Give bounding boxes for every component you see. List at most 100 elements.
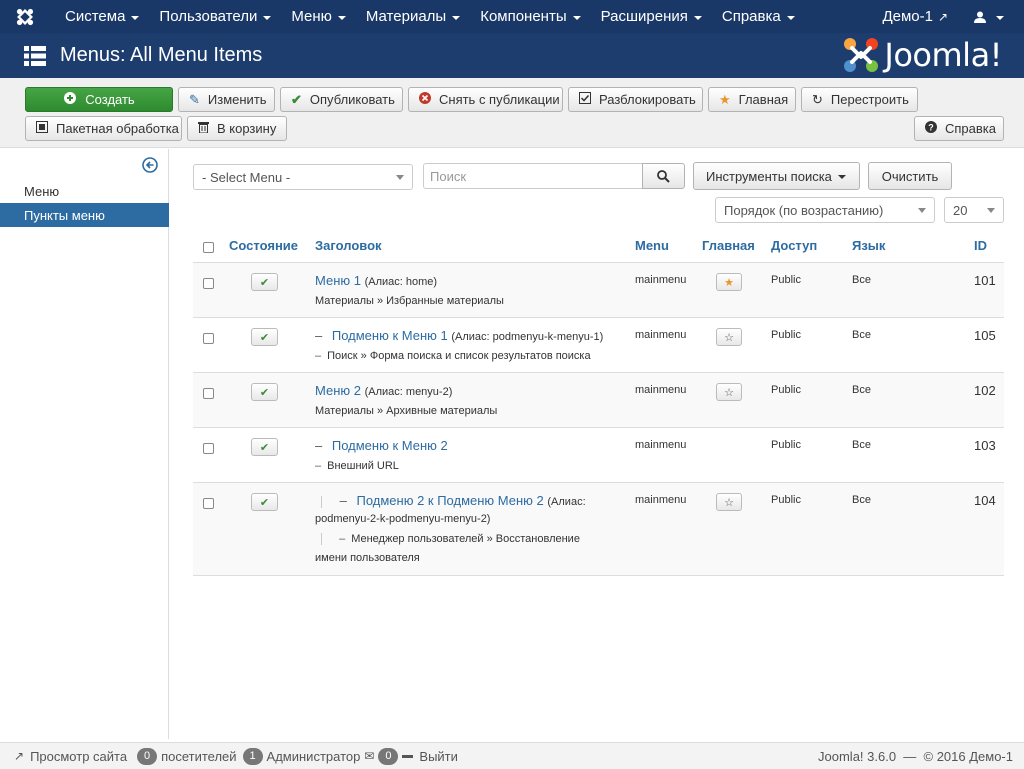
- sidebar: Меню Пункты меню: [0, 149, 169, 739]
- visitors-status[interactable]: 0 посетителей: [133, 747, 237, 765]
- item-title-link[interactable]: Подменю к Меню 1: [332, 328, 448, 343]
- menu-components-label: Компоненты: [480, 8, 567, 25]
- batch-button[interactable]: Пакетная обработка: [25, 116, 182, 141]
- row-checkbox[interactable]: [203, 278, 214, 289]
- published-toggle[interactable]: ✔: [251, 493, 278, 511]
- check-icon: ✔: [259, 331, 270, 344]
- chevron-down-icon: [786, 15, 795, 20]
- version-text: Joomla! 3.6.0 — © 2016 Демо-1: [818, 748, 1013, 764]
- published-toggle[interactable]: ✔: [251, 383, 278, 401]
- new-button[interactable]: Создать: [25, 87, 173, 112]
- sidebar-item-menu-items[interactable]: Пункты меню: [0, 203, 169, 227]
- home-button[interactable]: ★ Главная: [708, 87, 796, 112]
- menu-extensions[interactable]: Расширения: [591, 0, 712, 33]
- view-site-link[interactable]: ↗ Просмотр сайта: [14, 749, 127, 764]
- search-tools-button[interactable]: Инструменты поиска: [693, 162, 860, 190]
- item-id: 103: [974, 438, 996, 453]
- unpublish-button[interactable]: Снять с публикации: [408, 87, 563, 112]
- row-checkbox[interactable]: [203, 443, 214, 454]
- batch-icon: [36, 121, 48, 136]
- menu-users-label: Пользователи: [159, 8, 258, 25]
- star-icon: ★: [719, 91, 731, 107]
- help-button-label: Справка: [945, 121, 996, 136]
- row-checkbox[interactable]: [203, 333, 214, 344]
- clear-button[interactable]: Очистить: [868, 162, 952, 190]
- rebuild-button[interactable]: ↻ Перестроить: [801, 87, 918, 112]
- logout-link[interactable]: Выйти: [402, 749, 458, 764]
- published-toggle[interactable]: ✔: [251, 438, 278, 456]
- published-toggle[interactable]: ✔: [251, 273, 278, 291]
- table-header: Состояние Заголовок Menu Главная Доступ …: [193, 233, 1004, 263]
- status-bar: ↗ Просмотр сайта 0 посетителей 1 Админис…: [0, 742, 1024, 769]
- menu-users[interactable]: Пользователи: [149, 0, 281, 33]
- item-language: Все: [852, 329, 871, 341]
- header-home[interactable]: Главная: [702, 238, 755, 253]
- menu-components[interactable]: Компоненты: [470, 0, 590, 33]
- joomla-icon[interactable]: [0, 0, 50, 33]
- home-toggle[interactable]: ★: [716, 273, 742, 291]
- search-icon: [657, 169, 670, 183]
- user-menu[interactable]: [964, 0, 1024, 33]
- home-toggle[interactable]: ☆: [716, 493, 742, 511]
- checkin-button[interactable]: Разблокировать: [568, 87, 703, 112]
- search-tools-label: Инструменты поиска: [706, 168, 832, 184]
- edit-button[interactable]: ✎ Изменить: [178, 87, 275, 112]
- level-dash: –: [315, 350, 322, 362]
- ordering-dropdown[interactable]: Порядок (по возрастанию): [715, 197, 935, 223]
- home-toggle[interactable]: ☆: [716, 383, 742, 401]
- home-toggle[interactable]: ☆: [716, 328, 742, 346]
- messages-status[interactable]: ✉ 0: [364, 747, 402, 765]
- visitors-label: посетителей: [161, 748, 237, 764]
- header-id[interactable]: ID: [974, 238, 987, 253]
- menu-system[interactable]: Система: [50, 0, 149, 33]
- item-title: Меню 2 (Алиас: menyu-2): [315, 383, 452, 398]
- chevron-down-icon: [837, 175, 846, 179]
- select-menu-dropdown[interactable]: - Select Menu -: [193, 164, 413, 190]
- help-button[interactable]: ? Справка: [914, 116, 1004, 141]
- search-button[interactable]: [642, 163, 685, 189]
- chevron-down-icon: [263, 15, 272, 20]
- chevron-down-icon: [131, 15, 140, 20]
- item-type: Материалы » Избранные материалы: [315, 295, 504, 307]
- trash-button[interactable]: В корзину: [187, 116, 287, 141]
- select-all-checkbox[interactable]: [203, 242, 214, 253]
- item-id: 102: [974, 383, 996, 398]
- table-row: ✔ – Подменю к Меню 2 – Внешний URL mainme…: [193, 428, 1004, 483]
- visitors-badge: 0: [137, 747, 158, 765]
- admins-status[interactable]: 1 Администратор: [239, 747, 360, 765]
- header-access[interactable]: Доступ: [771, 238, 817, 253]
- search-input[interactable]: [423, 163, 643, 189]
- menu-content[interactable]: Материалы: [356, 0, 470, 33]
- sidebar-item-label: Пункты меню: [24, 207, 105, 223]
- menu-help[interactable]: Справка: [712, 0, 805, 33]
- header-language[interactable]: Язык: [852, 238, 885, 253]
- tree-pipe: [321, 533, 322, 546]
- header-title[interactable]: Заголовок: [315, 238, 382, 253]
- published-toggle[interactable]: ✔: [251, 328, 278, 346]
- check-icon: ✔: [259, 441, 270, 454]
- sidebar-item-menus[interactable]: Меню: [0, 179, 169, 203]
- item-title-link[interactable]: Меню 1: [315, 273, 361, 288]
- unpublish-icon: [419, 92, 431, 107]
- item-title-link[interactable]: Меню 2: [315, 383, 361, 398]
- plus-circle-icon: [63, 92, 77, 107]
- star-outline-icon: ☆: [724, 386, 734, 399]
- menu-help-label: Справка: [721, 8, 781, 25]
- chevron-down-icon: [987, 208, 995, 213]
- limit-dropdown[interactable]: 20: [944, 197, 1004, 223]
- header-menu[interactable]: Menu: [635, 238, 669, 253]
- item-title-link[interactable]: Подменю к Меню 2: [332, 438, 448, 453]
- row-checkbox[interactable]: [203, 498, 214, 509]
- item-title-link[interactable]: Подменю 2 к Подменю Меню 2: [356, 493, 543, 508]
- item-type-text: Поиск » Форма поиска и список результато…: [327, 350, 591, 362]
- header-status[interactable]: Состояние: [229, 238, 298, 253]
- publish-button[interactable]: ✔ Опубликовать: [280, 87, 403, 112]
- level-dash: –: [315, 438, 323, 453]
- item-access: Public: [771, 274, 801, 286]
- item-alias: (Алиас:: [547, 496, 586, 508]
- collapse-sidebar-icon[interactable]: [142, 157, 158, 176]
- row-checkbox[interactable]: [203, 388, 214, 399]
- menu-menus[interactable]: Меню: [281, 0, 356, 33]
- menu-items-table: Состояние Заголовок Menu Главная Доступ …: [193, 233, 1004, 576]
- site-link[interactable]: Демо-1 ↗: [872, 0, 964, 33]
